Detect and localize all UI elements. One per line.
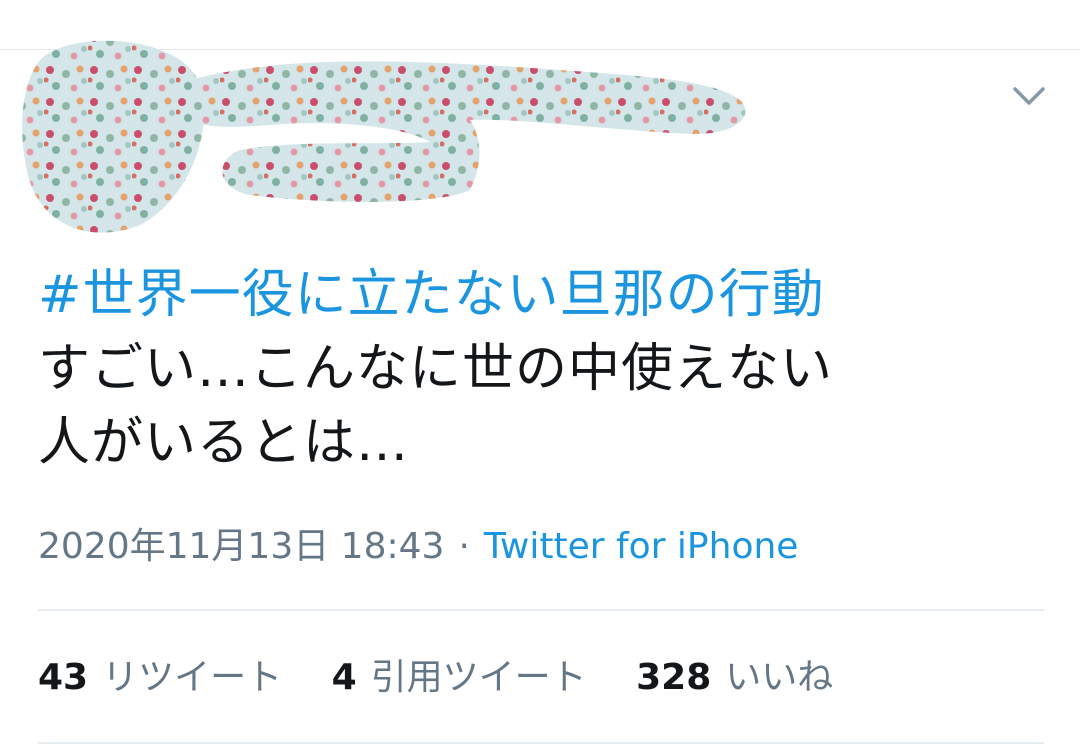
meta-divider bbox=[38, 609, 1044, 611]
tweet-meta: 2020年11月13日 18:43 · Twitter for iPhone bbox=[38, 525, 798, 569]
retweets-stat[interactable]: 43 リツイート bbox=[38, 656, 282, 700]
hashtag-link[interactable]: #世界一役に立たない旦那の行動 bbox=[38, 258, 1048, 332]
retweets-label: リツイート bbox=[102, 657, 283, 698]
tweet-stats: 43 リツイート 4 引用ツイート 328 いいね bbox=[38, 656, 871, 700]
likes-label: いいね bbox=[725, 657, 834, 698]
name-redaction bbox=[172, 61, 746, 202]
tweet-source-link[interactable]: Twitter for iPhone bbox=[484, 526, 799, 567]
avatar-redaction bbox=[22, 40, 204, 233]
retweets-count: 43 bbox=[38, 657, 89, 698]
tweet-detail-view: #世界一役に立たない旦那の行動 すごい…こんなに世の中使えない 人がいるとは… … bbox=[0, 0, 1080, 751]
redaction-overlay bbox=[22, 40, 746, 233]
quotes-count: 4 bbox=[331, 657, 357, 698]
likes-count: 328 bbox=[636, 657, 712, 698]
quotes-label: 引用ツイート bbox=[370, 657, 587, 698]
stats-divider bbox=[38, 742, 1044, 744]
tweet-text-line: 人がいるとは… bbox=[38, 413, 410, 473]
meta-separator: · bbox=[458, 526, 470, 567]
chevron-down-icon[interactable] bbox=[1010, 80, 1048, 110]
tweet-text-line: すごい…こんなに世の中使えない bbox=[38, 339, 834, 399]
tweet-text: #世界一役に立たない旦那の行動 すごい…こんなに世の中使えない 人がいるとは… bbox=[38, 258, 1048, 480]
quotes-stat[interactable]: 4 引用ツイート bbox=[332, 656, 587, 700]
likes-stat[interactable]: 328 いいね bbox=[636, 656, 833, 700]
tweet-timestamp[interactable]: 2020年11月13日 18:43 bbox=[38, 526, 444, 567]
